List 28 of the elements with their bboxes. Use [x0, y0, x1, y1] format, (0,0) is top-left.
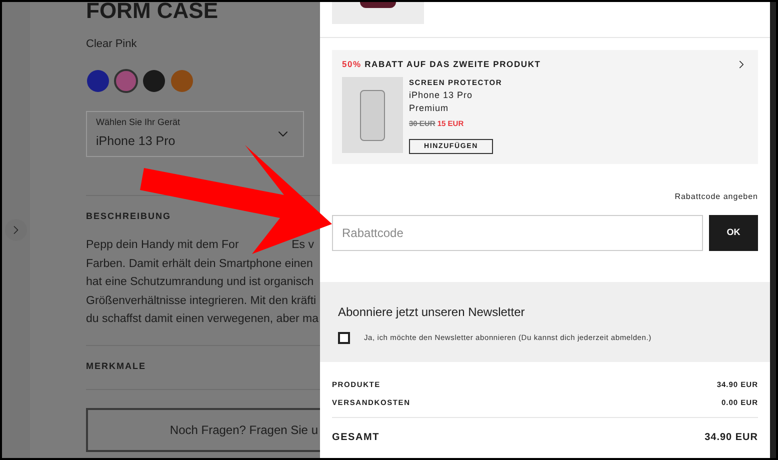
color-swatch[interactable]: [114, 68, 138, 92]
total-label: GESAMT: [332, 430, 380, 444]
newsletter-title: Abonniere jetzt unseren Newsletter: [338, 304, 526, 320]
description-line: hat eine Schutzumrandung und ist organisch: [86, 275, 314, 290]
description-line: Es v: [292, 238, 314, 253]
section-heading[interactable]: MERKMALE: [86, 360, 146, 373]
product-title: FORM CASE: [86, 2, 218, 22]
color-swatch[interactable]: [171, 70, 193, 92]
promo-title: 50% RABATT AUF DAS ZWEITE PRODUKT: [342, 58, 541, 71]
description-line: Größenverhältnisse integrieren. Mit den kräfti: [86, 294, 316, 308]
description-line: du schaffst damit einen verwegenen, aber ma: [86, 312, 318, 327]
product-name: Premium: [409, 102, 450, 114]
product-name: iPhone 13 Pro: [409, 89, 474, 102]
ok-button[interactable]: OK: [709, 214, 758, 250]
select-value: iPhone 13 Pro: [96, 132, 176, 150]
device-select[interactable]: Wählen Sie Ihr Gerät iPhone 13 Pro: [86, 110, 304, 156]
section-heading[interactable]: BESCHREIBUNG: [86, 210, 172, 223]
color-name: Clear Pink: [86, 37, 137, 52]
discount-code-link[interactable]: Rabattcode angeben: [674, 190, 758, 202]
color-swatch[interactable]: [87, 70, 109, 92]
select-label: Wählen Sie Ihr Gerät: [96, 116, 180, 130]
discount-code-field[interactable]: Rabattcode: [332, 214, 703, 250]
total-value: 34.90 EUR: [704, 430, 758, 444]
description-line: Pepp dein Handy mit dem For: [86, 238, 239, 253]
question-button[interactable]: Noch Fragen? Fragen Sie u: [86, 408, 320, 452]
description-line: Farben. Damit erhält dein Smartphone einen: [86, 256, 313, 272]
newsletter-checkbox[interactable]: [338, 332, 350, 344]
color-swatch[interactable]: [143, 70, 165, 92]
